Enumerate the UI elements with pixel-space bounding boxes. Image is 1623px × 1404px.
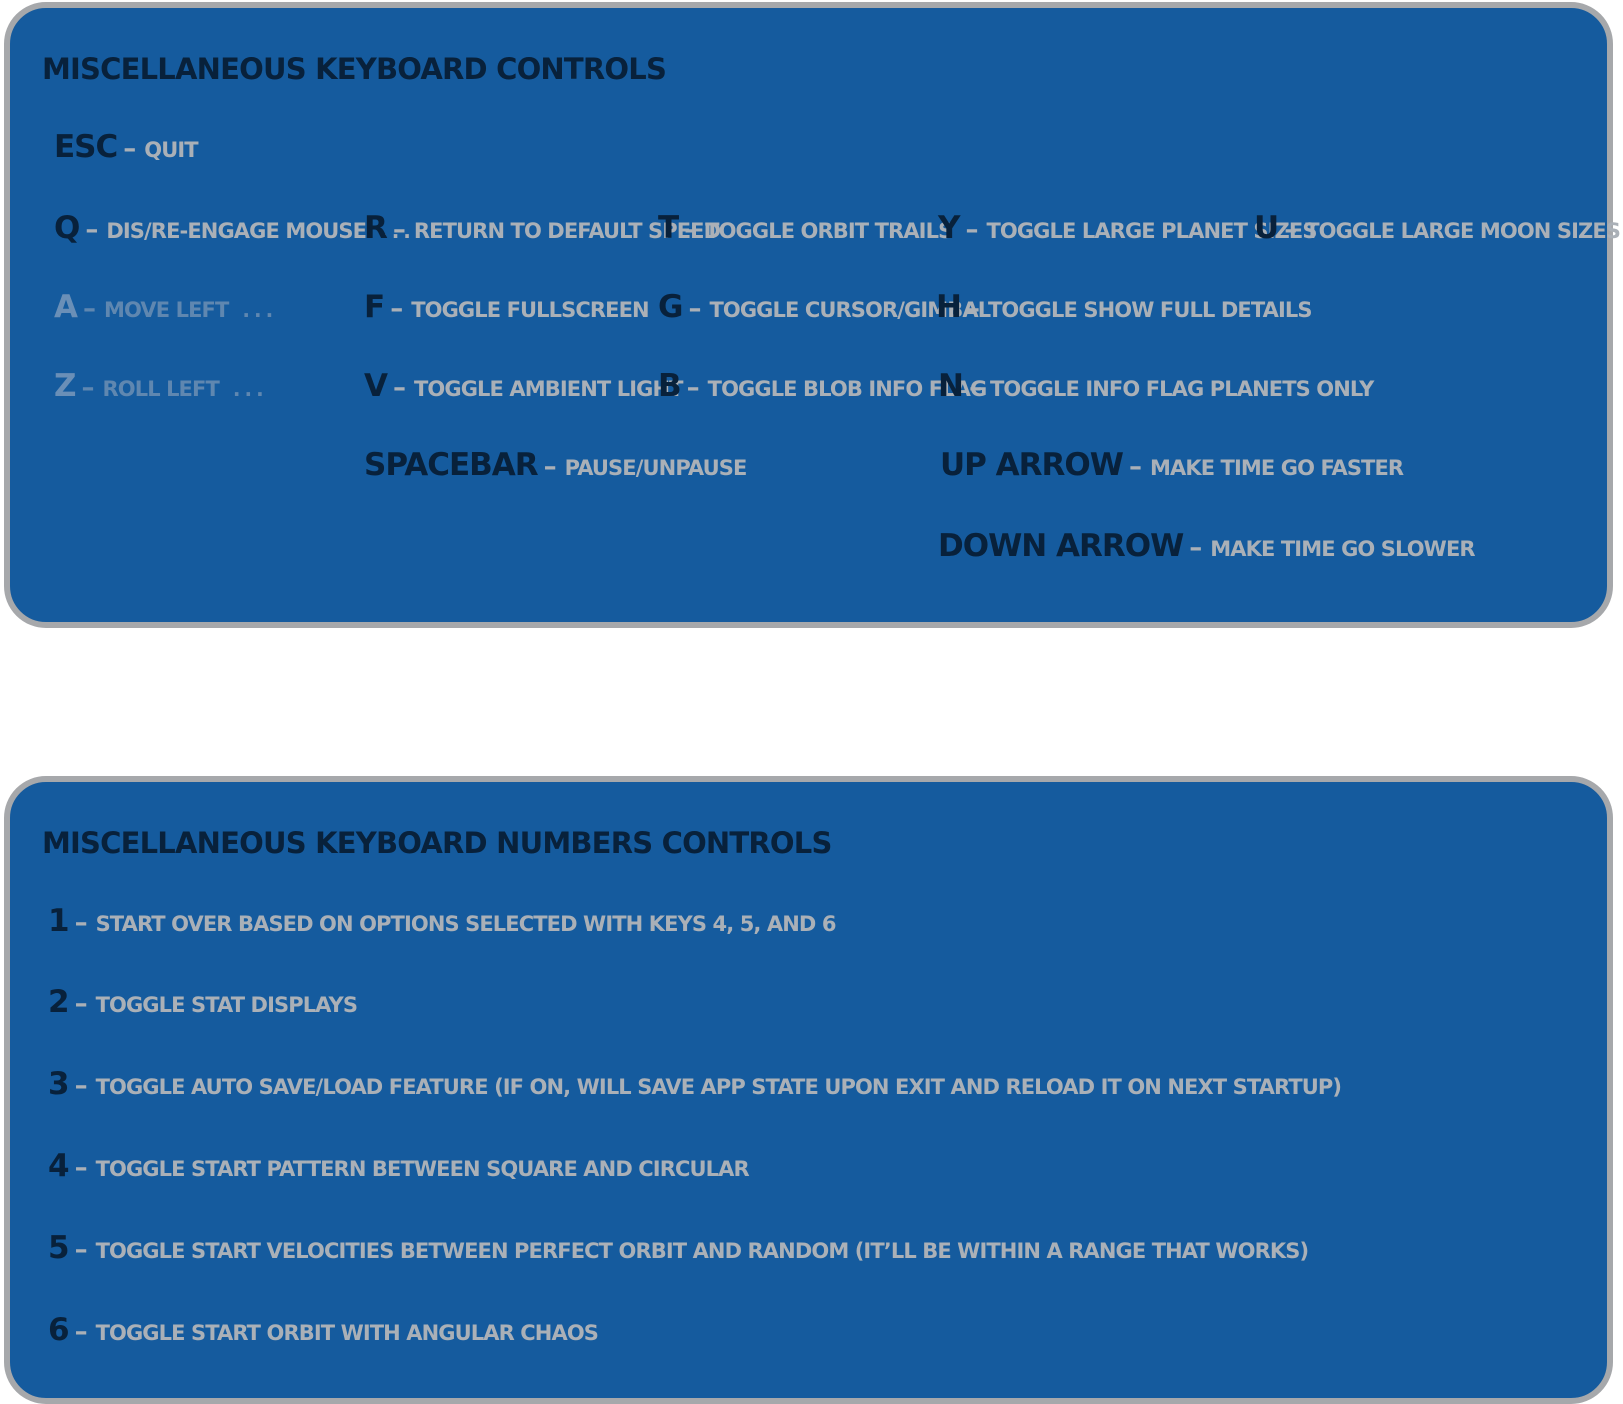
control-spacebar: Spacebar – Pause/unpause bbox=[364, 447, 748, 483]
key-label: 6 bbox=[48, 1312, 70, 1348]
separator: – bbox=[74, 1317, 88, 1347]
control-description: Make time go faster bbox=[1149, 456, 1404, 480]
ellipsis: ... bbox=[242, 298, 278, 322]
key-label: Y bbox=[938, 210, 960, 246]
control-2: 2– Toggle stat displays bbox=[48, 984, 358, 1020]
number-controls-panel: Miscellaneous Keyboard Numbers Controls … bbox=[4, 776, 1613, 1404]
control-6: 6– Toggle start orbit with angular chaos bbox=[48, 1312, 599, 1348]
separator: – bbox=[968, 373, 982, 403]
control-z: Z – Roll left... bbox=[54, 371, 268, 402]
control-3: 3– Toggle auto save/load feature (if on, … bbox=[48, 1066, 1342, 1102]
key-label: ESC bbox=[54, 129, 118, 165]
separator: – bbox=[392, 215, 406, 245]
separator: – bbox=[85, 215, 99, 245]
control-description: Toggle large moon sizes bbox=[1305, 219, 1621, 243]
control-up-arrow: Up Arrow – Make time go faster bbox=[940, 447, 1404, 483]
separator: – bbox=[966, 294, 980, 324]
control-description: Toggle start pattern between square and … bbox=[95, 1157, 750, 1181]
keyboard-controls-panel: Miscellaneous Keyboard Controls ESC – Quit… bbox=[4, 2, 1621, 628]
control-n: N – Toggle info flag planets only bbox=[938, 368, 1374, 404]
separator: – bbox=[123, 134, 137, 164]
control-description: Toggle info flag planets only bbox=[989, 377, 1374, 401]
key-label: B bbox=[658, 368, 682, 404]
separator: – bbox=[684, 215, 698, 245]
key-label: Z bbox=[54, 368, 77, 404]
control-description: Toggle start velocities between perfect … bbox=[95, 1239, 1309, 1263]
control-q: Q – Dis/re-engage mouse... bbox=[54, 213, 415, 244]
key-label: Q bbox=[54, 210, 80, 246]
separator: – bbox=[74, 989, 88, 1019]
separator: – bbox=[686, 373, 700, 403]
separator: – bbox=[74, 1071, 88, 1101]
control-description: Roll left bbox=[102, 377, 219, 401]
panel-title: Miscellaneous Keyboard Controls bbox=[42, 52, 667, 86]
control-description: Quit bbox=[144, 138, 198, 162]
key-label: V bbox=[364, 368, 388, 404]
key-label: 5 bbox=[48, 1230, 70, 1266]
control-description: Toggle auto save/load feature (if on, wi… bbox=[95, 1075, 1342, 1099]
separator: – bbox=[74, 1153, 88, 1183]
key-label: 2 bbox=[48, 984, 70, 1020]
control-description: Toggle stat displays bbox=[95, 993, 358, 1017]
control-description: Move left bbox=[104, 298, 229, 322]
key-label: 1 bbox=[48, 903, 70, 939]
key-label: Spacebar bbox=[364, 447, 539, 483]
separator: – bbox=[965, 215, 979, 245]
separator: – bbox=[1189, 533, 1203, 563]
separator: – bbox=[393, 373, 406, 403]
control-t: T – Toggle orbit trails bbox=[658, 210, 953, 246]
separator: – bbox=[74, 1235, 88, 1265]
control-4: 4– Toggle start pattern between square an… bbox=[48, 1148, 750, 1184]
key-label: G bbox=[658, 289, 683, 325]
separator: – bbox=[1128, 452, 1142, 482]
control-down-arrow: Down Arrow – Make time go slower bbox=[938, 528, 1476, 564]
control-description: Toggle fullscreen bbox=[411, 298, 649, 322]
key-label: 3 bbox=[48, 1066, 70, 1102]
control-5: 5– Toggle start velocities between perfec… bbox=[48, 1230, 1309, 1266]
key-label: Up Arrow bbox=[940, 447, 1124, 483]
key-label: U bbox=[1254, 210, 1279, 246]
key-label: R bbox=[364, 210, 388, 246]
control-description: Toggle show full details bbox=[987, 298, 1313, 322]
control-description: Toggle start orbit with angular chaos bbox=[95, 1321, 599, 1345]
panel-title: Miscellaneous Keyboard Numbers Controls bbox=[42, 826, 832, 860]
control-esc: ESC – Quit bbox=[54, 129, 199, 165]
key-label: T bbox=[658, 210, 679, 246]
control-u: U – Toggle large moon sizes bbox=[1254, 210, 1621, 246]
key-label: A bbox=[54, 289, 78, 325]
separator: – bbox=[1284, 215, 1298, 245]
control-description: Make time go slower bbox=[1210, 537, 1475, 561]
control-h: H – Toggle show full details bbox=[936, 292, 1312, 323]
separator: – bbox=[83, 294, 96, 324]
ellipsis: ... bbox=[232, 377, 268, 401]
separator: – bbox=[390, 294, 404, 324]
separator: – bbox=[81, 373, 95, 403]
control-description: Toggle ambient light bbox=[414, 377, 683, 401]
control-f: F – Toggle fullscreen bbox=[364, 289, 650, 325]
control-description: Dis/re-engage mouse bbox=[106, 219, 367, 243]
key-label: H bbox=[936, 289, 962, 325]
separator: – bbox=[543, 452, 557, 482]
control-v: V – Toggle ambient light bbox=[364, 371, 683, 402]
control-a: A – Move left... bbox=[54, 292, 277, 323]
key-label: 4 bbox=[48, 1148, 70, 1184]
key-label: N bbox=[938, 368, 964, 404]
key-label: Down Arrow bbox=[938, 528, 1184, 564]
separator: – bbox=[688, 294, 702, 324]
separator: – bbox=[74, 908, 88, 938]
key-label: F bbox=[364, 289, 385, 325]
control-description: Pause/unpause bbox=[564, 456, 748, 480]
control-description: Toggle orbit trails bbox=[705, 219, 953, 243]
control-1: 1– Start over based on options selected w… bbox=[48, 906, 836, 937]
control-description: Start over based on options selected wit… bbox=[95, 912, 837, 936]
